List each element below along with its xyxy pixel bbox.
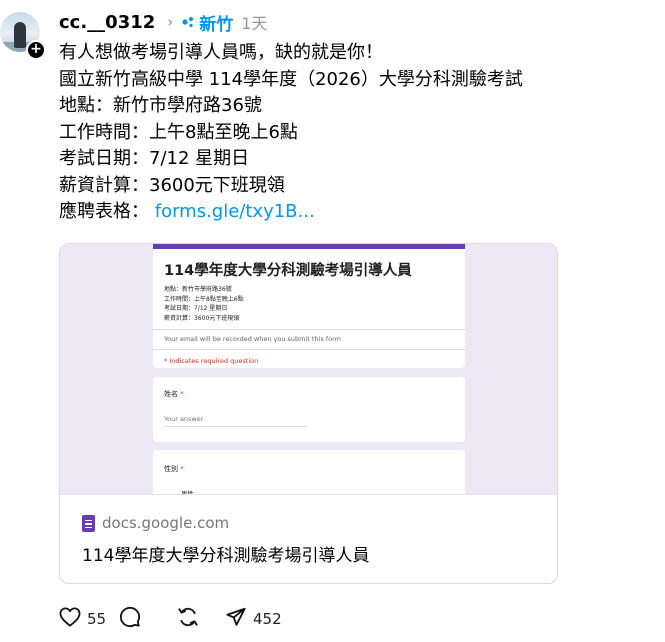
answer-field: Your answer [164, 415, 307, 427]
form-info-line: 考試日期：7/12 星期日 [164, 305, 228, 312]
question-label: 性別 * [164, 464, 184, 474]
card-title: 114學年度大學分科測驗考場引導人員 [82, 546, 370, 566]
divider [153, 349, 465, 350]
topic-tag[interactable]: 新竹 [199, 10, 233, 35]
post-line: 工作時間：上午8點至晚上6點 [59, 121, 298, 143]
post-line-form: 應聘表格： forms.gle/txy1B... [59, 199, 619, 226]
repost-icon [177, 606, 199, 632]
form-info-line: 薪資計算：3600元下班現領 [164, 314, 240, 322]
like-count: 55 [87, 610, 107, 628]
question-card-name: 姓名 * Your answer [153, 377, 465, 442]
share-icon [225, 606, 247, 632]
post-line: 地點：新竹市學府路36號 [59, 95, 262, 116]
divider [60, 494, 557, 495]
heart-icon [59, 607, 81, 631]
divider [153, 329, 465, 330]
card-domain: docs.google.com [82, 514, 229, 532]
domain-text: docs.google.com [102, 514, 230, 532]
form-title: 114學年度大學分科測驗考場引導人員 [164, 263, 412, 279]
comment-icon [119, 606, 141, 632]
form-info-line: 工作時間：上午8點至晚上6點 [164, 295, 244, 303]
post-header: cc.__0312 › 新竹 1天 [59, 10, 268, 35]
form-label: 應聘表格： [59, 201, 149, 222]
required-mark: * [180, 465, 184, 473]
thread-post: + cc.__0312 › 新竹 1天 有人想做考場引導人員嗎，缺的就是你！ 國… [0, 0, 665, 642]
form-info: 地點：新竹市學府路36號 工作時間：上午8點至晚上6點 考試日期：7/12 星期… [164, 285, 244, 323]
question-label-text: 姓名 [164, 390, 178, 398]
share-button[interactable]: 452 [225, 606, 282, 632]
form-preview-image: 114學年度大學分科測驗考場引導人員 地點：新竹市學府路36號 工作時間：上午8… [60, 244, 557, 494]
post-line: 薪資計算：3600元下班現領 [59, 174, 285, 196]
like-button[interactable]: 55 [59, 607, 119, 631]
form-header-card: 114學年度大學分科測驗考場引導人員 地點：新竹市學府路36號 工作時間：上午8… [153, 244, 465, 368]
post-time: 1天 [241, 14, 268, 33]
required-note: * Indicates required question [164, 357, 259, 365]
form-info-line: 地點：新竹市學府路36號 [164, 286, 232, 293]
question-label-text: 性別 [164, 465, 178, 473]
topic-dots-icon [182, 16, 194, 28]
post-line: 考試日期：7/12 星期日 [59, 148, 250, 169]
post-body: 有人想做考場引導人員嗎，缺的就是你！ 國立新竹高級中學 114學年度（2026）… [59, 40, 619, 226]
question-card-gender: 性別 * 男性 [153, 450, 465, 494]
google-forms-icon [82, 514, 95, 532]
email-note: Your email will be recorded when you sub… [164, 335, 341, 343]
repost-button[interactable] [177, 606, 225, 632]
link-preview-card[interactable]: 114學年度大學分科測驗考場引導人員 地點：新竹市學府路36號 工作時間：上午8… [59, 243, 558, 584]
form-link[interactable]: forms.gle/txy1B... [155, 201, 315, 222]
share-count: 452 [253, 610, 282, 628]
question-label: 姓名 * [164, 389, 184, 399]
chevron-right-icon: › [167, 13, 174, 31]
plus-icon[interactable]: + [26, 40, 46, 60]
post-line: 有人想做考場引導人員嗎，缺的就是你！ [59, 42, 383, 63]
comment-button[interactable] [119, 606, 177, 632]
post-line: 國立新竹高級中學 114學年度（2026）大學分科測驗考試 [59, 68, 523, 90]
required-mark: * [180, 390, 184, 398]
action-bar: 55 452 [59, 606, 282, 632]
username[interactable]: cc.__0312 [59, 12, 155, 33]
